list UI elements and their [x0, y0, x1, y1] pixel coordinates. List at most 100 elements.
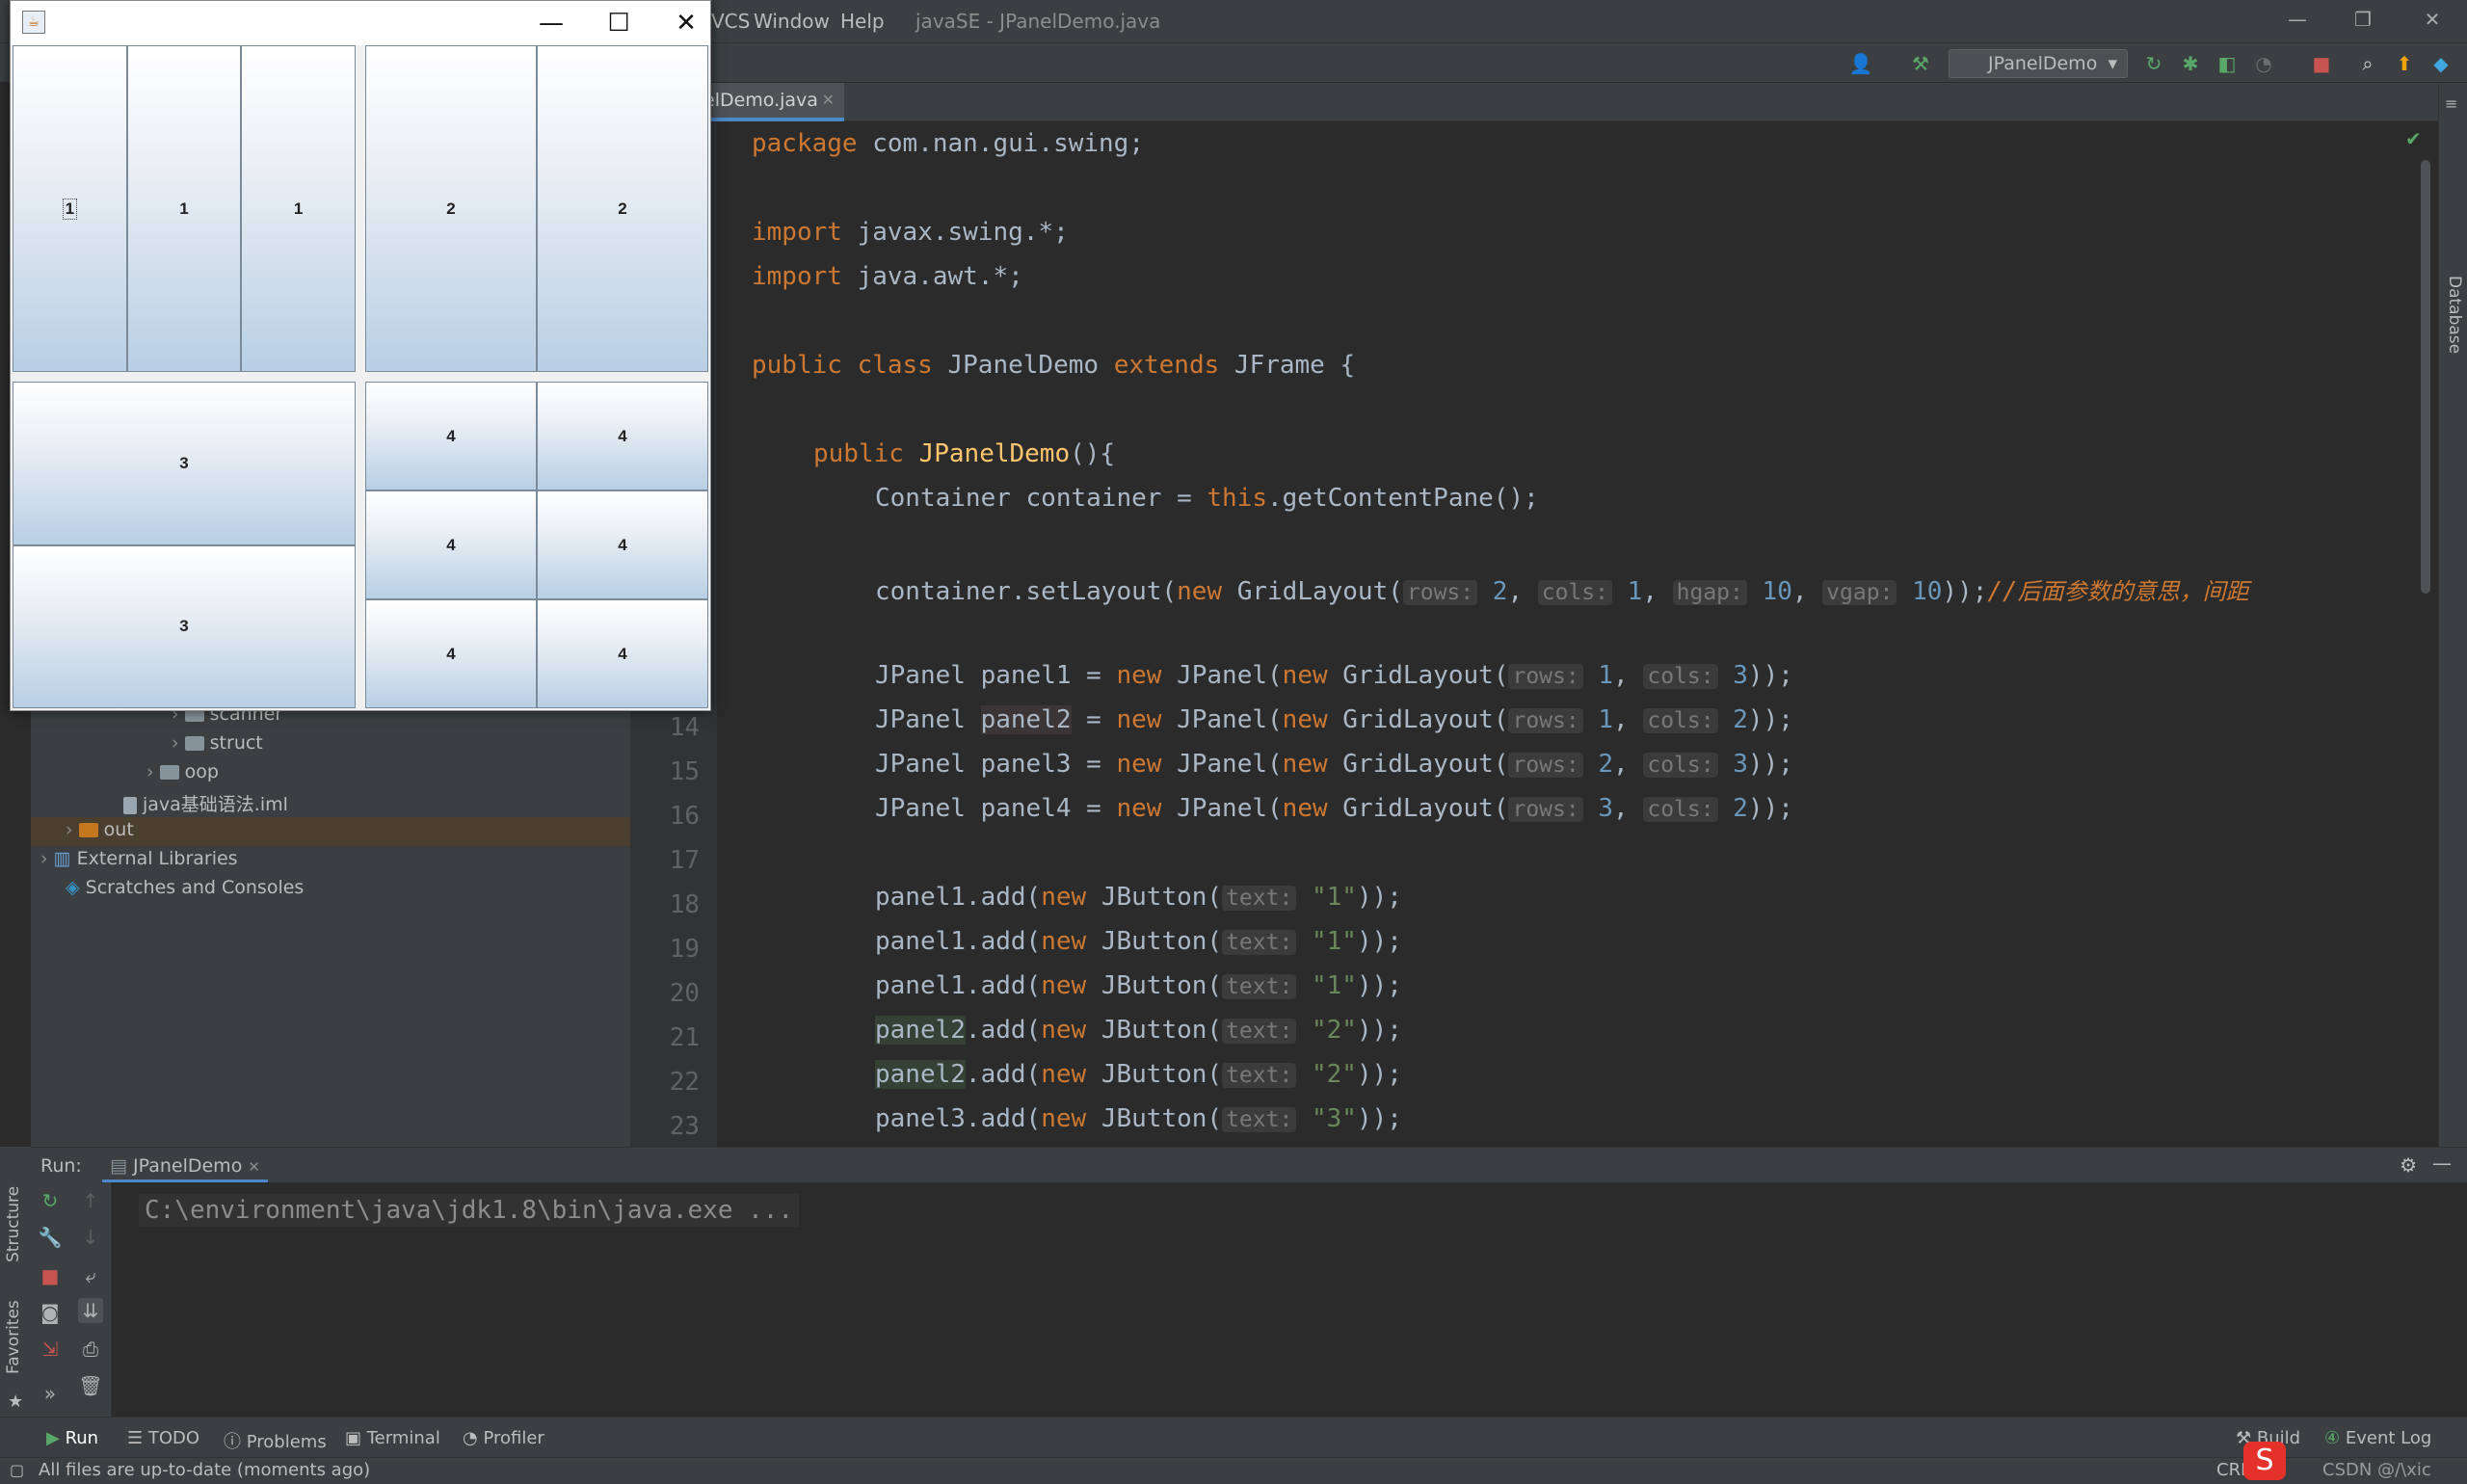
scroll-to-end-icon[interactable]: ⇊	[78, 1298, 103, 1323]
close-icon[interactable]: ✕	[2421, 8, 2444, 31]
camera-icon[interactable]: ◙	[38, 1300, 63, 1325]
editor-scrollbar[interactable]	[2421, 160, 2430, 594]
soft-wrap-icon[interactable]: ⤶	[78, 1263, 103, 1288]
code-line-add-button: panel1.add(new JButton(text: "1"));	[875, 883, 1402, 912]
menu-window[interactable]: Window	[754, 10, 830, 33]
gear-icon[interactable]: ⚙	[2400, 1153, 2417, 1177]
more-icon[interactable]: »	[38, 1381, 63, 1406]
update-icon[interactable]: ⬆	[2392, 51, 2417, 76]
run-tab-jpaneldemo[interactable]: ▤ JPanelDemo ✕	[102, 1152, 268, 1182]
jbutton-panel1[interactable]: 1	[241, 45, 356, 372]
coverage-icon[interactable]: ◧	[2215, 51, 2240, 76]
tree-item-external-libraries[interactable]: › ▥ External Libraries	[40, 848, 238, 869]
play-icon: ▶	[46, 1428, 60, 1448]
run-label: Run:	[40, 1155, 82, 1177]
print-icon[interactable]: ⎙	[78, 1337, 103, 1362]
list-icon: ☰	[127, 1428, 144, 1448]
stop-icon[interactable]: ■	[2309, 51, 2334, 76]
scratch-icon: ◈	[66, 877, 80, 898]
swing-content-pane: 1 1 1 2 2 3 3 4 4 4 4 4 4	[13, 45, 708, 708]
jbutton-label: 4	[446, 535, 456, 554]
restore-icon[interactable]: ❐	[2351, 8, 2374, 31]
jbutton-label: 4	[446, 644, 456, 663]
menu-help[interactable]: Help	[840, 10, 885, 33]
debug-icon[interactable]: ✱	[2178, 51, 2203, 76]
folder-icon	[159, 765, 179, 780]
tab-profiler[interactable]: ◔ Profiler	[463, 1428, 544, 1448]
close-icon[interactable]: ✕	[662, 7, 710, 40]
code-line-panel-decl: JPanel panel3 = new JPanel(new GridLayou…	[875, 750, 1793, 779]
wrench-icon[interactable]: 🔧	[38, 1225, 63, 1250]
code-line-add-button: panel1.add(new JButton(text: "1"));	[875, 927, 1402, 956]
jbutton-panel4[interactable]: 4	[365, 490, 537, 599]
tab-todo[interactable]: ☰ TODO	[127, 1428, 199, 1448]
run-panel-header: Run: ▤ JPanelDemo ✕ ⚙ —	[31, 1148, 2467, 1182]
swing-title-bar[interactable]: ☕ — ☐ ✕	[11, 1, 710, 45]
jbutton-panel4[interactable]: 4	[537, 382, 708, 490]
jbutton-panel3[interactable]: 3	[13, 544, 356, 708]
info-icon: ⓘ	[224, 1432, 241, 1452]
tree-item-oop[interactable]: › oop	[146, 761, 219, 782]
hide-panel-icon[interactable]: —	[2432, 1152, 2452, 1175]
jbutton-panel3[interactable]: 3	[13, 382, 356, 545]
rerun-icon[interactable]: ↻	[38, 1188, 63, 1213]
plugin-icon[interactable]: ◆	[2428, 51, 2454, 76]
jbutton-label: 4	[618, 644, 627, 663]
run-tools-left: ↻ 🔧 ■ ◙ ⇲ »	[31, 1182, 69, 1418]
jbutton-label: 4	[618, 535, 627, 554]
check-icon: ✔	[2405, 127, 2422, 150]
code-line-panel-decl: JPanel panel1 = new JPanel(new GridLayou…	[875, 661, 1793, 690]
run-configuration-select[interactable]: JPanelDemo ▾	[1949, 49, 2128, 78]
close-tab-icon[interactable]: ✕	[822, 83, 835, 118]
line-number: 16	[669, 802, 700, 831]
jbutton-panel4[interactable]: 4	[365, 599, 537, 708]
tab-problems[interactable]: ⓘ Problems	[224, 1428, 327, 1453]
jbutton-panel1[interactable]: 1	[126, 45, 242, 372]
sogou-input-icon[interactable]: S	[2243, 1442, 2286, 1480]
maximize-icon[interactable]: ☐	[595, 7, 643, 40]
jbutton-panel4[interactable]: 4	[537, 490, 708, 599]
user-icon[interactable]: 👤	[1848, 51, 1873, 76]
favorites-tool-label[interactable]: Favorites	[4, 1300, 23, 1374]
jbutton-panel4[interactable]: 4	[365, 382, 537, 490]
structure-tool-label[interactable]: Structure	[4, 1186, 23, 1262]
down-arrow-icon[interactable]: ↓	[78, 1225, 103, 1250]
line-number: 20	[669, 979, 700, 1008]
tree-item-out[interactable]: › out	[31, 817, 630, 846]
star-icon: ★	[8, 1391, 24, 1412]
tab-run[interactable]: ▶ Run	[46, 1428, 98, 1448]
jbutton-panel2[interactable]: 2	[365, 45, 537, 372]
database-tool-label[interactable]: Database	[2445, 276, 2464, 354]
menu-vcs[interactable]: VCS	[711, 10, 750, 33]
jbutton-panel4[interactable]: 4	[537, 599, 708, 708]
jbutton-panel2[interactable]: 2	[537, 45, 708, 372]
run-config-label: JPanelDemo	[1988, 53, 2098, 74]
profile-icon[interactable]: ◔	[2251, 51, 2276, 76]
stop-icon[interactable]: ■	[38, 1263, 63, 1288]
minimize-icon[interactable]: —	[2286, 8, 2309, 31]
console-icon: ▤	[110, 1155, 127, 1177]
swing-jframe-window[interactable]: ☕ — ☐ ✕ 1 1 1 2 2 3 3 4 4 4 4 4 4	[10, 0, 711, 711]
build-hammer-icon[interactable]: ⚒	[1908, 51, 1933, 76]
up-arrow-icon[interactable]: ↑	[78, 1188, 103, 1213]
jbutton-label: 1	[179, 199, 189, 218]
trash-icon[interactable]: 🗑	[78, 1373, 103, 1398]
exit-icon[interactable]: ⇲	[38, 1337, 63, 1362]
code-editor[interactable]: package com.nan.gui.swing; import javax.…	[717, 121, 2438, 1147]
layout-icon[interactable]: ▢	[10, 1461, 24, 1479]
tree-item-struct[interactable]: › struct	[172, 732, 263, 754]
jbutton-panel1[interactable]: 1	[13, 45, 127, 372]
minimize-icon[interactable]: —	[527, 7, 575, 40]
tab-event-log[interactable]: ④ Event Log	[2324, 1428, 2431, 1448]
search-icon[interactable]: ⌕	[2355, 51, 2380, 76]
close-tab-icon[interactable]: ✕	[248, 1158, 260, 1176]
code-line-panel-decl: JPanel panel4 = new JPanel(new GridLayou…	[875, 794, 1793, 823]
rerun-icon[interactable]: ↻	[2141, 51, 2166, 76]
database-icon[interactable]: ≡	[2445, 94, 2457, 113]
tree-item-scratches[interactable]: ◈ Scratches and Consoles	[66, 877, 304, 898]
code-line-import-awt: import java.awt.*;	[752, 262, 1023, 291]
tree-item-iml-file[interactable]: java基础语法.iml	[123, 790, 288, 816]
code-line-add-button: panel1.add(new JButton(text: "1"));	[875, 971, 1402, 1000]
tab-terminal[interactable]: ▣ Terminal	[345, 1428, 440, 1448]
line-number: 18	[669, 890, 700, 919]
